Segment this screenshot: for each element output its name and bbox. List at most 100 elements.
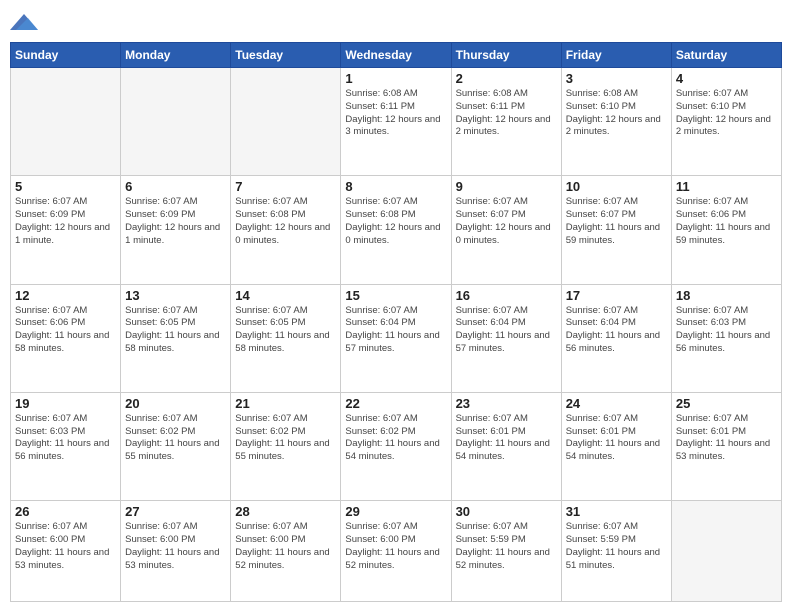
day-info: Sunrise: 6:07 AM Sunset: 6:09 PM Dayligh… xyxy=(15,196,116,247)
day-cell-23: 23 Sunrise: 6:07 AM Sunset: 6:01 PM Dayli… xyxy=(451,392,561,500)
day-cell-18: 18Sunrise: 6:07 AM Sunset: 6:03 PM Dayli… xyxy=(671,284,781,392)
day-cell-31: 31 Sunrise: 6:07 AM Sunset: 5:59 PM Dayli… xyxy=(561,501,671,602)
day-number: 11 xyxy=(676,179,777,194)
day-cell-9: 9 Sunrise: 6:07 AM Sunset: 6:07 PM Daylig… xyxy=(451,176,561,284)
day-info: Sunrise: 6:07 AM Sunset: 6:09 PM Dayligh… xyxy=(125,196,226,247)
day-info: Sunrise: 6:07 AM Sunset: 6:01 PM Dayligh… xyxy=(566,413,667,464)
day-cell-2: 2 Sunrise: 6:08 AM Sunset: 6:11 PM Daylig… xyxy=(451,68,561,176)
day-cell-6: 6 Sunrise: 6:07 AM Sunset: 6:09 PM Daylig… xyxy=(121,176,231,284)
weekday-header-saturday: Saturday xyxy=(671,43,781,68)
day-cell-26: 26 Sunrise: 6:07 AM Sunset: 6:00 PM Dayli… xyxy=(11,501,121,602)
day-number: 10 xyxy=(566,179,667,194)
logo xyxy=(10,10,42,34)
day-number: 15 xyxy=(345,288,446,303)
logo-icon xyxy=(10,10,38,34)
day-number: 28 xyxy=(235,504,336,519)
day-info: Sunrise: 6:08 AM Sunset: 6:11 PM Dayligh… xyxy=(345,88,446,139)
week-row-2: 5 Sunrise: 6:07 AM Sunset: 6:09 PM Daylig… xyxy=(11,176,782,284)
day-info: Sunrise: 6:07 AM Sunset: 6:08 PM Dayligh… xyxy=(345,196,446,247)
day-info: Sunrise: 6:07 AM Sunset: 6:07 PM Dayligh… xyxy=(566,196,667,247)
day-number: 23 xyxy=(456,396,557,411)
day-number: 13 xyxy=(125,288,226,303)
day-number: 27 xyxy=(125,504,226,519)
empty-cell xyxy=(231,68,341,176)
day-info: Sunrise: 6:07 AM Sunset: 6:05 PM Dayligh… xyxy=(125,305,226,356)
day-info: Sunrise: 6:07 AM Sunset: 6:03 PM Dayligh… xyxy=(15,413,116,464)
week-row-4: 19 Sunrise: 6:07 AM Sunset: 6:03 PM Dayli… xyxy=(11,392,782,500)
week-row-5: 26 Sunrise: 6:07 AM Sunset: 6:00 PM Dayli… xyxy=(11,501,782,602)
day-info: Sunrise: 6:07 AM Sunset: 6:01 PM Dayligh… xyxy=(676,413,777,464)
day-number: 9 xyxy=(456,179,557,194)
empty-cell xyxy=(671,501,781,602)
day-cell-5: 5 Sunrise: 6:07 AM Sunset: 6:09 PM Daylig… xyxy=(11,176,121,284)
day-cell-13: 13 Sunrise: 6:07 AM Sunset: 6:05 PM Dayli… xyxy=(121,284,231,392)
weekday-header-monday: Monday xyxy=(121,43,231,68)
day-number: 14 xyxy=(235,288,336,303)
day-cell-7: 7 Sunrise: 6:07 AM Sunset: 6:08 PM Daylig… xyxy=(231,176,341,284)
day-cell-19: 19 Sunrise: 6:07 AM Sunset: 6:03 PM Dayli… xyxy=(11,392,121,500)
day-info: Sunrise: 6:08 AM Sunset: 6:10 PM Dayligh… xyxy=(566,88,667,139)
day-cell-16: 16 Sunrise: 6:07 AM Sunset: 6:04 PM Dayli… xyxy=(451,284,561,392)
day-number: 5 xyxy=(15,179,116,194)
day-cell-14: 14 Sunrise: 6:07 AM Sunset: 6:05 PM Dayli… xyxy=(231,284,341,392)
day-info: Sunrise: 6:07 AM Sunset: 6:06 PM Dayligh… xyxy=(15,305,116,356)
week-row-3: 12 Sunrise: 6:07 AM Sunset: 6:06 PM Dayli… xyxy=(11,284,782,392)
weekday-header-tuesday: Tuesday xyxy=(231,43,341,68)
day-info: Sunrise: 6:07 AM Sunset: 6:04 PM Dayligh… xyxy=(456,305,557,356)
day-number: 8 xyxy=(345,179,446,194)
weekday-header-sunday: Sunday xyxy=(11,43,121,68)
weekday-header-row: SundayMondayTuesdayWednesdayThursdayFrid… xyxy=(11,43,782,68)
day-cell-17: 17 Sunrise: 6:07 AM Sunset: 6:04 PM Dayli… xyxy=(561,284,671,392)
day-number: 17 xyxy=(566,288,667,303)
day-number: 16 xyxy=(456,288,557,303)
day-info: Sunrise: 6:07 AM Sunset: 6:10 PM Dayligh… xyxy=(676,88,777,139)
day-cell-10: 10 Sunrise: 6:07 AM Sunset: 6:07 PM Dayli… xyxy=(561,176,671,284)
weekday-header-thursday: Thursday xyxy=(451,43,561,68)
day-info: Sunrise: 6:07 AM Sunset: 6:00 PM Dayligh… xyxy=(15,521,116,572)
day-cell-27: 27 Sunrise: 6:07 AM Sunset: 6:00 PM Dayli… xyxy=(121,501,231,602)
day-cell-12: 12 Sunrise: 6:07 AM Sunset: 6:06 PM Dayli… xyxy=(11,284,121,392)
calendar-table: SundayMondayTuesdayWednesdayThursdayFrid… xyxy=(10,42,782,602)
day-number: 4 xyxy=(676,71,777,86)
day-info: Sunrise: 6:07 AM Sunset: 6:00 PM Dayligh… xyxy=(235,521,336,572)
day-cell-30: 30Sunrise: 6:07 AM Sunset: 5:59 PM Dayli… xyxy=(451,501,561,602)
day-number: 31 xyxy=(566,504,667,519)
day-cell-21: 21 Sunrise: 6:07 AM Sunset: 6:02 PM Dayli… xyxy=(231,392,341,500)
day-cell-1: 1Sunrise: 6:08 AM Sunset: 6:11 PM Daylig… xyxy=(341,68,451,176)
day-info: Sunrise: 6:07 AM Sunset: 6:07 PM Dayligh… xyxy=(456,196,557,247)
day-cell-22: 22Sunrise: 6:07 AM Sunset: 6:02 PM Dayli… xyxy=(341,392,451,500)
day-info: Sunrise: 6:07 AM Sunset: 6:01 PM Dayligh… xyxy=(456,413,557,464)
day-info: Sunrise: 6:07 AM Sunset: 6:03 PM Dayligh… xyxy=(676,305,777,356)
day-cell-8: 8 Sunrise: 6:07 AM Sunset: 6:08 PM Daylig… xyxy=(341,176,451,284)
day-cell-24: 24 Sunrise: 6:07 AM Sunset: 6:01 PM Dayli… xyxy=(561,392,671,500)
day-info: Sunrise: 6:08 AM Sunset: 6:11 PM Dayligh… xyxy=(456,88,557,139)
day-cell-29: 29Sunrise: 6:07 AM Sunset: 6:00 PM Dayli… xyxy=(341,501,451,602)
header xyxy=(10,10,782,34)
day-info: Sunrise: 6:07 AM Sunset: 6:05 PM Dayligh… xyxy=(235,305,336,356)
empty-cell xyxy=(121,68,231,176)
day-info: Sunrise: 6:07 AM Sunset: 6:08 PM Dayligh… xyxy=(235,196,336,247)
day-number: 6 xyxy=(125,179,226,194)
day-number: 3 xyxy=(566,71,667,86)
day-info: Sunrise: 6:07 AM Sunset: 5:59 PM Dayligh… xyxy=(566,521,667,572)
day-info: Sunrise: 6:07 AM Sunset: 6:04 PM Dayligh… xyxy=(566,305,667,356)
day-cell-3: 3 Sunrise: 6:08 AM Sunset: 6:10 PM Daylig… xyxy=(561,68,671,176)
day-info: Sunrise: 6:07 AM Sunset: 6:02 PM Dayligh… xyxy=(235,413,336,464)
day-cell-20: 20Sunrise: 6:07 AM Sunset: 6:02 PM Dayli… xyxy=(121,392,231,500)
day-number: 2 xyxy=(456,71,557,86)
day-number: 30 xyxy=(456,504,557,519)
weekday-header-friday: Friday xyxy=(561,43,671,68)
day-info: Sunrise: 6:07 AM Sunset: 6:04 PM Dayligh… xyxy=(345,305,446,356)
day-info: Sunrise: 6:07 AM Sunset: 6:02 PM Dayligh… xyxy=(345,413,446,464)
day-info: Sunrise: 6:07 AM Sunset: 6:00 PM Dayligh… xyxy=(125,521,226,572)
day-cell-28: 28 Sunrise: 6:07 AM Sunset: 6:00 PM Dayli… xyxy=(231,501,341,602)
day-number: 19 xyxy=(15,396,116,411)
day-number: 12 xyxy=(15,288,116,303)
day-number: 26 xyxy=(15,504,116,519)
day-cell-11: 11Sunrise: 6:07 AM Sunset: 6:06 PM Dayli… xyxy=(671,176,781,284)
day-number: 25 xyxy=(676,396,777,411)
day-number: 24 xyxy=(566,396,667,411)
day-number: 7 xyxy=(235,179,336,194)
empty-cell xyxy=(11,68,121,176)
day-number: 21 xyxy=(235,396,336,411)
